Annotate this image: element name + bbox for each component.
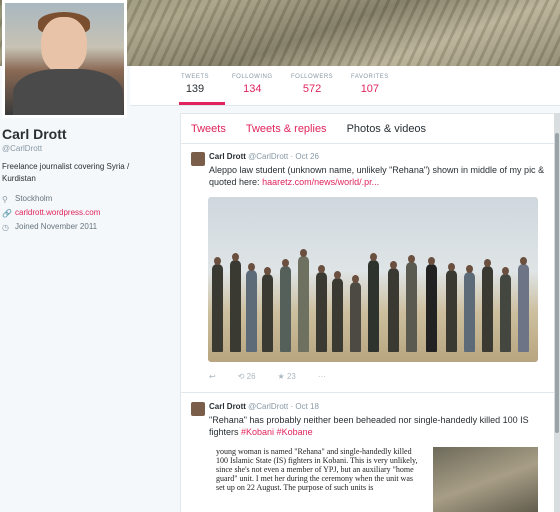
tweet-header: Carl Drott @CarlDrott · Oct 18 bbox=[209, 402, 319, 411]
profile-avatar[interactable] bbox=[2, 0, 127, 118]
tab-tweets[interactable]: Tweets bbox=[191, 123, 226, 135]
tweet-avatar[interactable] bbox=[191, 152, 205, 166]
scrollbar-thumb[interactable] bbox=[555, 133, 559, 433]
tweet-text: "Rehana" has probably neither been behea… bbox=[209, 415, 529, 437]
profile-joined: ◷ Joined November 2011 bbox=[2, 222, 98, 232]
tweet-hashtags[interactable]: #Kobani #Kobane bbox=[241, 427, 313, 437]
stat-following[interactable]: FOLLOWING 134 bbox=[232, 74, 273, 95]
tweet-avatar[interactable] bbox=[191, 402, 205, 416]
stat-tweets[interactable]: TWEETS 139 bbox=[181, 74, 209, 95]
stat-favorites[interactable]: FAVORITES 107 bbox=[351, 74, 389, 95]
tweet-link[interactable]: haaretz.com/news/world/.pr... bbox=[262, 177, 379, 187]
tweet-handle: @CarlDrott bbox=[248, 152, 289, 161]
website-link[interactable]: carldrott.wordpress.com bbox=[15, 206, 100, 220]
retweet-button[interactable]: ⟲ 26 bbox=[238, 372, 256, 381]
profile-handle[interactable]: @CarlDrott bbox=[2, 144, 172, 153]
link-icon: 🔗 bbox=[2, 208, 12, 218]
tweet-text: Aleppo law student (unknown name, unlike… bbox=[209, 165, 545, 187]
profile-card: Carl Drott @CarlDrott Freelance journali… bbox=[2, 126, 172, 234]
article-image bbox=[433, 447, 538, 512]
tweet-author[interactable]: Carl Drott bbox=[209, 152, 246, 161]
profile-name[interactable]: Carl Drott bbox=[2, 126, 172, 142]
timeline: Tweets Tweets & replies Photos & videos … bbox=[180, 113, 555, 512]
article-text: young woman is named "Rehana" and single… bbox=[216, 447, 418, 492]
scrollbar[interactable] bbox=[554, 113, 560, 512]
tweet-date[interactable]: Oct 18 bbox=[295, 402, 319, 411]
retweet-icon: ⟲ bbox=[237, 372, 245, 381]
calendar-icon: ◷ bbox=[2, 222, 9, 232]
profile-bio: Freelance journalist covering Syria / Ku… bbox=[2, 162, 130, 183]
reply-icon[interactable]: ↩ bbox=[209, 372, 216, 381]
tab-tweets-replies[interactable]: Tweets & replies bbox=[246, 123, 327, 135]
location-pin-icon: ⚲ bbox=[2, 194, 8, 204]
stat-followers[interactable]: FOLLOWERS 572 bbox=[291, 74, 333, 95]
article-preview[interactable]: young woman is named "Rehana" and single… bbox=[208, 447, 538, 512]
active-stat-indicator bbox=[179, 102, 225, 105]
tweet-handle: @CarlDrott bbox=[248, 402, 289, 411]
more-icon[interactable]: ··· bbox=[318, 372, 326, 381]
tweet-header: Carl Drott @CarlDrott · Oct 26 bbox=[209, 152, 319, 161]
tweet-date[interactable]: Oct 26 bbox=[295, 152, 319, 161]
tweet-author[interactable]: Carl Drott bbox=[209, 402, 246, 411]
timeline-tabs: Tweets Tweets & replies Photos & videos bbox=[181, 114, 554, 144]
profile-website: 🔗 carldrott.wordpress.com bbox=[2, 206, 172, 220]
profile-location: ⚲ Stockholm bbox=[2, 194, 53, 204]
profile-stats-bar: TWEETS 139 FOLLOWING 134 FOLLOWERS 572 F… bbox=[130, 66, 560, 106]
favorite-button[interactable]: ★ 23 bbox=[278, 372, 296, 381]
tweet-photo[interactable] bbox=[208, 197, 538, 362]
tweet-actions: ↩ ⟲ 26 ★ 23 ··· bbox=[209, 372, 326, 381]
tab-photos-videos[interactable]: Photos & videos bbox=[347, 123, 427, 135]
star-icon: ★ bbox=[277, 372, 285, 381]
